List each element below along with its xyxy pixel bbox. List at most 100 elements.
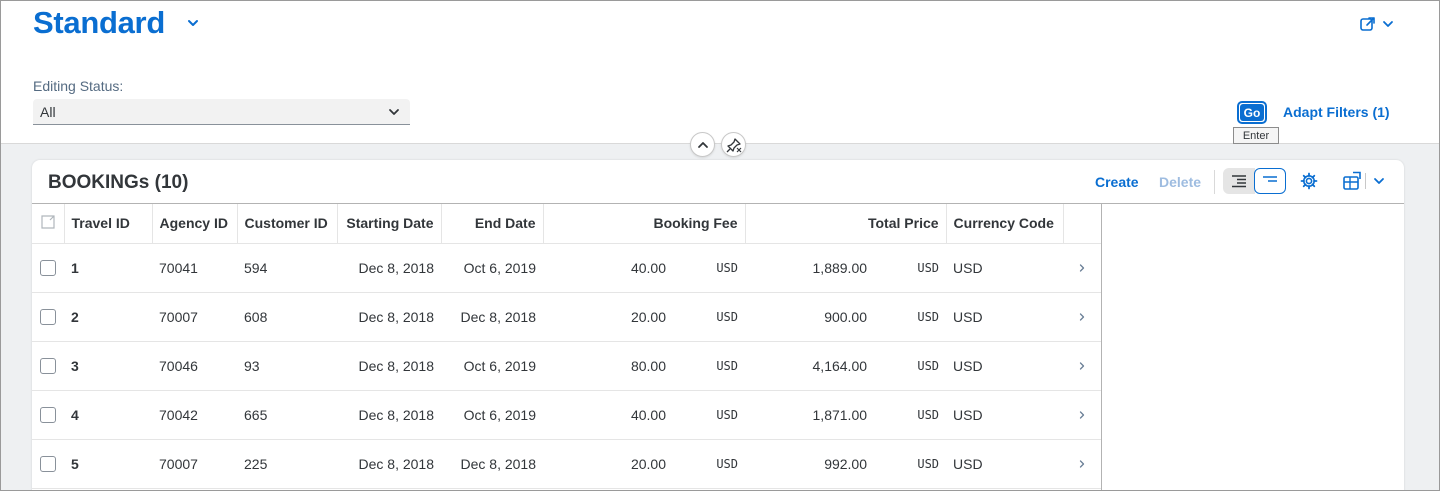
chevron-right-icon [1079, 361, 1085, 370]
table-row[interactable]: 3 70046 93 Dec 8, 2018 Oct 6, 2019 80.00 USD 4,… [32, 341, 1102, 391]
end-date-cell: Oct 6, 2019 [441, 341, 543, 391]
table-row[interactable]: 1 70041 594 Dec 8, 2018 Oct 6, 2019 40.00 USD 1… [32, 243, 1102, 293]
travel-id-cell: 1 [64, 243, 152, 293]
column-header-customer-id[interactable]: Customer ID [237, 204, 338, 244]
row-select-cell [32, 341, 64, 391]
table-body: 1 70041 594 Dec 8, 2018 Oct 6, 2019 40.00 USD 1… [32, 243, 1102, 489]
row-navigation-cell[interactable] [1063, 439, 1102, 489]
delete-button[interactable]: Delete [1159, 174, 1201, 190]
total-price-cell: 1,871.00 [745, 390, 875, 440]
column-header-total-price[interactable]: Total Price [745, 204, 947, 244]
row-navigation-cell[interactable] [1063, 292, 1102, 342]
variant-title[interactable]: Standard [33, 5, 165, 41]
editing-status-select[interactable]: All [33, 99, 410, 125]
total-price-cell: 4,164.00 [745, 341, 875, 391]
share-icon [1360, 17, 1375, 31]
column-header-travel-id[interactable]: Travel ID [64, 204, 153, 244]
starting-date-cell: Dec 8, 2018 [337, 439, 441, 489]
row-navigation-cell[interactable] [1063, 390, 1102, 440]
booking-fee-cell: 20.00 [543, 292, 673, 342]
travel-id-cell: 4 [64, 390, 152, 440]
starting-date-cell: Dec 8, 2018 [337, 341, 441, 391]
adapt-filters-button[interactable]: Adapt Filters (1) [1283, 104, 1390, 120]
column-header-currency-code[interactable]: Currency Code [946, 204, 1064, 244]
export-spreadsheet-icon[interactable] [1342, 171, 1362, 191]
row-select-cell [32, 439, 64, 489]
table-row[interactable]: 4 70042 665 Dec 8, 2018 Oct 6, 2019 40.00 USD 1… [32, 390, 1102, 440]
column-header-agency-id[interactable]: Agency ID [152, 204, 238, 244]
chevron-right-icon [1079, 312, 1085, 321]
travel-id-cell: 5 [64, 439, 152, 489]
total-price-currency-cell: USD [874, 390, 947, 440]
chevron-right-icon [1079, 263, 1085, 272]
chevron-down-icon[interactable] [185, 15, 201, 31]
row-select-cell [32, 292, 64, 342]
customer-id-cell: 225 [237, 439, 337, 489]
go-button[interactable]: Go [1237, 101, 1267, 124]
table-header-row: Travel ID Agency ID Customer ID Starting… [32, 204, 1102, 244]
table-title: BOOKINGs (10) [48, 172, 189, 193]
column-header-starting-date[interactable]: Starting Date [337, 204, 442, 244]
chevron-up-icon [697, 141, 708, 148]
list-view-button[interactable] [1223, 168, 1255, 194]
detail-pane [1101, 203, 1404, 490]
gear-icon[interactable] [1300, 172, 1318, 190]
customer-id-cell: 665 [237, 390, 337, 440]
starting-date-cell: Dec 8, 2018 [337, 243, 441, 293]
table-row[interactable]: 5 70007 225 Dec 8, 2018 Dec 8, 2018 20.00 USD 9… [32, 439, 1102, 489]
booking-fee-currency-cell: USD [673, 341, 746, 391]
row-checkbox[interactable] [40, 358, 56, 375]
app-frame: Standard Editing Status: All Go Enter Ad… [0, 0, 1440, 491]
currency-code-cell: USD [946, 439, 1064, 489]
bookings-table: Travel ID Agency ID Customer ID Starting… [32, 203, 1102, 489]
total-price-cell: 1,889.00 [745, 243, 875, 293]
starting-date-cell: Dec 8, 2018 [337, 292, 441, 342]
pin-header-button[interactable] [721, 132, 746, 157]
booking-fee-cell: 80.00 [543, 341, 673, 391]
row-navigation-cell[interactable] [1063, 243, 1102, 293]
row-checkbox[interactable] [40, 456, 56, 473]
row-select-cell [32, 390, 64, 440]
customer-id-cell: 608 [237, 292, 337, 342]
select-all-icon [41, 215, 55, 229]
booking-fee-currency-cell: USD [673, 243, 746, 293]
total-price-currency-cell: USD [874, 243, 947, 293]
row-checkbox[interactable] [40, 407, 56, 424]
column-header-booking-fee[interactable]: Booking Fee [543, 204, 746, 244]
travel-id-cell: 3 [64, 341, 152, 391]
chevron-down-icon [389, 109, 399, 115]
booking-fee-cell: 40.00 [543, 243, 673, 293]
travel-id-cell: 2 [64, 292, 152, 342]
chevron-down-icon[interactable] [1372, 174, 1386, 188]
editing-status-value: All [40, 104, 56, 120]
content-area: BOOKINGs (10) Create Delete Travel ID Ag… [1, 144, 1439, 490]
collapse-header-button[interactable] [690, 132, 715, 157]
total-price-currency-cell: USD [874, 292, 947, 342]
select-all-header[interactable] [32, 204, 65, 244]
detail-view-button[interactable] [1254, 168, 1286, 194]
agency-id-cell: 70007 [152, 439, 237, 489]
column-header-end-date[interactable]: End Date [441, 204, 544, 244]
end-date-cell: Dec 8, 2018 [441, 439, 543, 489]
share-button[interactable] [1359, 13, 1401, 35]
currency-code-cell: USD [946, 292, 1064, 342]
toolbar-separator [1214, 170, 1215, 194]
currency-code-cell: USD [946, 390, 1064, 440]
row-navigation-cell[interactable] [1063, 341, 1102, 391]
chevron-right-icon [1079, 459, 1085, 468]
end-date-cell: Oct 6, 2019 [441, 390, 543, 440]
starting-date-cell: Dec 8, 2018 [337, 390, 441, 440]
agency-id-cell: 70007 [152, 292, 237, 342]
currency-code-cell: USD [946, 243, 1064, 293]
pin-icon [726, 137, 741, 152]
list-indent-icon [1232, 175, 1246, 188]
total-price-cell: 900.00 [745, 292, 875, 342]
row-checkbox[interactable] [40, 260, 56, 277]
create-button[interactable]: Create [1095, 174, 1139, 190]
chevron-down-icon [1383, 21, 1393, 27]
table-row[interactable]: 2 70007 608 Dec 8, 2018 Dec 8, 2018 20.00 USD 9… [32, 292, 1102, 342]
split-view-icon [1263, 176, 1277, 182]
row-checkbox[interactable] [40, 309, 56, 326]
column-header-navigation [1063, 204, 1102, 244]
page-header: Standard Editing Status: All Go Enter Ad… [1, 1, 1439, 144]
